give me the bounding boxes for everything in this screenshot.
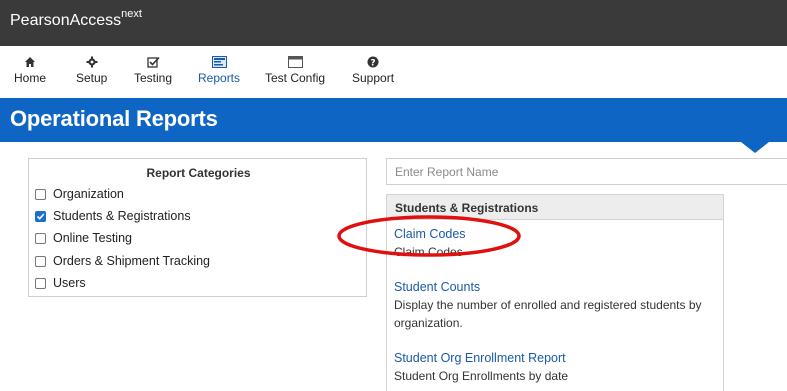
report-desc-student-org-enrollment: Student Org Enrollments by date [394,369,569,383]
category-online-testing-label: Online Testing [53,231,132,245]
nav-testing-label: Testing [134,71,173,85]
checkbox-users[interactable] [35,277,46,289]
nav-home-label: Home [14,71,47,85]
report-categories-panel: Report Categories Organization Students … [28,158,367,297]
report-link-student-org-enrollment[interactable]: Student Org Enrollment Report [394,351,566,365]
category-users[interactable]: Users [35,276,86,290]
checkbox-students-registrations[interactable] [35,210,46,222]
category-users-label: Users [53,276,86,290]
category-orders-shipment-tracking-label: Orders & Shipment Tracking [53,254,211,268]
category-online-testing[interactable]: Online Testing [35,231,132,245]
category-organization[interactable]: Organization [35,187,124,201]
page-title: Operational Reports [10,106,218,131]
category-orders-shipment-tracking[interactable]: Orders & Shipment Tracking [35,254,210,268]
nav-setup[interactable]: Setup [76,54,107,85]
nav-home[interactable]: Home [14,54,46,85]
reports-icon [211,54,227,70]
nav-support[interactable]: ? Support [352,54,394,85]
category-organization-label: Organization [53,187,124,201]
report-link-student-counts[interactable]: Student Counts [394,280,480,294]
checkbox-orders-shipment-tracking[interactable] [35,255,46,267]
nav-test-config[interactable]: Test Config [265,54,325,85]
page-header: Operational Reports [0,98,787,142]
checkbox-icon [146,54,160,70]
report-link-claim-codes[interactable]: Claim Codes [394,227,466,241]
brand-superscript: next [121,7,142,20]
svg-text:?: ? [370,58,375,68]
checkbox-organization[interactable] [35,188,46,200]
gear-icon [86,54,98,70]
results-header: Students & Registrations [387,195,723,220]
report-desc-student-counts: Display the number of enrolled and regis… [394,298,702,330]
results-panel: Students & Registrations Claim Codes Cla… [386,194,724,391]
nav-testing[interactable]: Testing [134,54,172,85]
header-notch [741,142,769,153]
check-icon [36,212,45,220]
category-students-registrations[interactable]: Students & Registrations [35,209,191,223]
main-nav: Home Setup Testing Reports Test Config ?… [0,46,787,98]
nav-setup-label: Setup [76,71,108,85]
top-bar: PearsonAccessnext [0,0,787,46]
question-icon: ? [367,54,379,70]
nav-reports[interactable]: Reports [198,54,240,85]
report-desc-claim-codes: Claim Codes [394,245,463,259]
brand-logo[interactable]: PearsonAccessnext [10,8,142,30]
brand-name: PearsonAccess [10,12,122,29]
checkbox-online-testing[interactable] [35,232,46,244]
home-icon [24,54,36,70]
report-search-input[interactable] [386,158,787,185]
nav-reports-label: Reports [198,71,241,85]
window-icon [287,54,303,70]
report-categories-title: Report Categories [146,166,251,180]
nav-support-label: Support [352,71,395,85]
category-students-registrations-label: Students & Registrations [53,209,191,223]
nav-test-config-label: Test Config [265,71,326,85]
